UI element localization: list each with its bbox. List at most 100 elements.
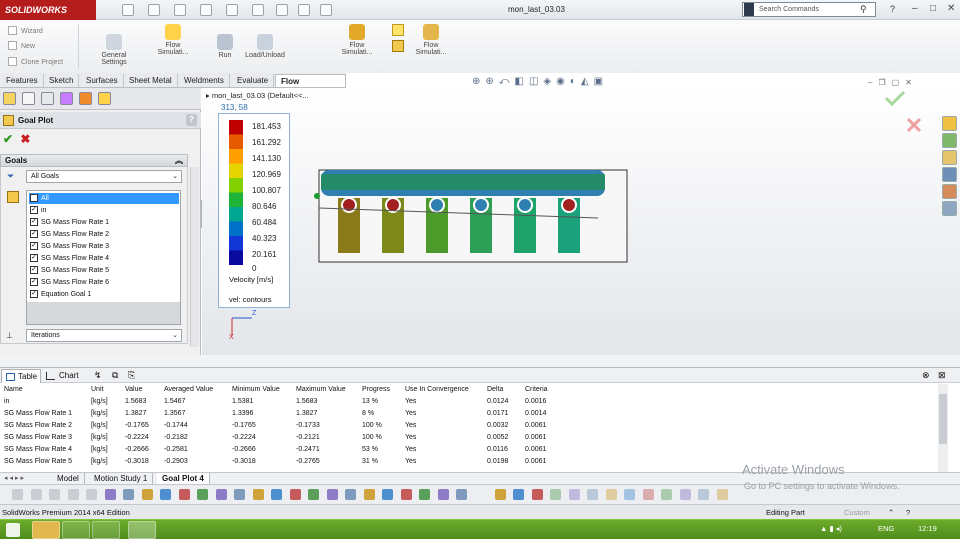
table-row[interactable]: in [kg/s] 1.5683 1.5467 1.5381 1.5683 13 % Yes 0…: [0, 398, 938, 410]
flow-simulation-results-button[interactable]: Flow Simulati...: [336, 24, 378, 56]
zoom-to-fit-icon[interactable]: ⊕: [472, 76, 485, 87]
checkbox[interactable]: ✓: [30, 206, 38, 214]
sketch-tool-icon[interactable]: [234, 489, 245, 500]
flow-simulation-tools-button[interactable]: Flow Simulati...: [410, 24, 452, 56]
file-explorer-taskbar-icon[interactable]: [32, 521, 60, 539]
tab-motion-study[interactable]: Motion Study 1: [89, 473, 154, 484]
checkbox[interactable]: ✓: [30, 290, 38, 298]
search-magnifier-icon[interactable]: ⚲: [860, 4, 867, 15]
property-manager-icon[interactable]: [22, 92, 35, 105]
table-scrollbar[interactable]: [938, 384, 948, 472]
new-command[interactable]: New: [8, 41, 35, 50]
load-unload-button[interactable]: Load/Unload: [240, 34, 290, 59]
run-button[interactable]: Run: [214, 34, 236, 59]
checkbox[interactable]: ✓: [30, 194, 38, 202]
column-header[interactable]: Use In Convergence: [405, 386, 469, 393]
status-help[interactable]: ?: [906, 508, 910, 517]
table-row[interactable]: SG Mass Flow Rate 1 [kg/s] 1.3827 1.3567 1.3…: [0, 410, 938, 422]
x-axis-select[interactable]: Iterations ⌄: [26, 329, 182, 342]
display-manager-icon[interactable]: [79, 92, 92, 105]
sketch-tool-icon[interactable]: [289, 489, 301, 500]
save-icon[interactable]: [174, 4, 186, 16]
appearances-icon[interactable]: [942, 184, 957, 199]
solidworks-taskbar-icon[interactable]: [128, 521, 156, 539]
ok-check-icon[interactable]: ✔: [3, 132, 13, 146]
solidworks-logo[interactable]: SOLIDWORKS: [0, 0, 96, 20]
goals-filter-select[interactable]: All Goals ⌄: [26, 170, 182, 183]
column-header[interactable]: Averaged Value: [164, 386, 213, 393]
section-view-icon[interactable]: ◧: [514, 76, 528, 87]
goal-item[interactable]: ✓ SG Mass Flow Rate 2: [29, 229, 179, 240]
goal-item[interactable]: ✓ SG Mass Flow Rate 6: [29, 277, 179, 288]
refresh-icon[interactable]: ↯: [94, 370, 102, 381]
help-icon[interactable]: ?: [890, 4, 895, 14]
sketch-tool-icon[interactable]: [30, 489, 42, 500]
zoom-area-icon[interactable]: ⊕: [485, 76, 498, 87]
viewport-window-controls[interactable]: –❐▢✕: [868, 78, 918, 87]
undo-icon[interactable]: [226, 4, 238, 16]
column-header[interactable]: Unit: [91, 386, 103, 393]
view-settings-icon[interactable]: ▣: [594, 76, 608, 87]
tab-chart[interactable]: Chart: [43, 369, 82, 383]
solidworks-launcher-taskbar-icon[interactable]: [92, 521, 120, 539]
sketch-tool-icon[interactable]: [67, 489, 79, 500]
select-icon[interactable]: [252, 4, 264, 16]
confirm-cancel-icon[interactable]: [906, 117, 922, 133]
clock[interactable]: 12:19: [918, 524, 937, 533]
column-header[interactable]: Delta: [487, 386, 503, 393]
sketch-tool-icon[interactable]: [587, 489, 598, 500]
wizard-command[interactable]: Wizard: [8, 26, 43, 35]
view-palette-icon[interactable]: [942, 167, 957, 182]
goal-item[interactable]: ✓ SG Mass Flow Rate 3: [29, 241, 179, 252]
rebuild-icon[interactable]: [276, 4, 288, 16]
lightbulb-icon[interactable]: [392, 24, 404, 36]
graphics-area[interactable]: [202, 88, 960, 355]
flow-simulation-tree-button[interactable]: Flow Simulati...: [152, 24, 194, 56]
sketch-tool-icon[interactable]: [698, 489, 709, 500]
sketch-tool-icon[interactable]: [160, 489, 171, 500]
new-icon[interactable]: [122, 4, 134, 16]
flyout-tree-header[interactable]: ▸ mon_last_03.03 (Default<<...: [206, 91, 309, 100]
tab-table[interactable]: Table: [1, 369, 42, 383]
sketch-tool-icon[interactable]: [308, 489, 319, 500]
sketch-tool-icon[interactable]: [86, 489, 97, 500]
restore-button[interactable]: □: [930, 3, 936, 14]
previous-view-icon[interactable]: ⤺: [499, 76, 515, 87]
export-icon[interactable]: ⎘: [128, 370, 135, 381]
feature-manager-icon[interactable]: [3, 92, 16, 105]
sketch-tool-icon[interactable]: [363, 489, 375, 500]
windows-start-icon[interactable]: [6, 523, 20, 537]
checkbox[interactable]: ✓: [30, 218, 38, 226]
sketch-tool-icon[interactable]: [141, 489, 153, 500]
close-button[interactable]: ✕: [947, 3, 955, 14]
tab-features[interactable]: Features: [1, 74, 44, 87]
tab-flow-simulation[interactable]: Flow Simulation: [275, 74, 346, 99]
column-header[interactable]: Name: [4, 386, 23, 393]
goal-item[interactable]: ✓ SG Mass Flow Rate 5: [29, 265, 179, 276]
search-input[interactable]: Search Commands: [742, 2, 876, 17]
table-row[interactable]: SG Mass Flow Rate 3 [kg/s] -0.2224 -0.2182 -…: [0, 434, 938, 446]
panel-scrollbar[interactable]: [190, 167, 199, 347]
tab-scroll-arrows[interactable]: ◂◂▸▸: [4, 474, 26, 482]
sketch-tool-icon[interactable]: [642, 489, 654, 500]
scroll-thumb[interactable]: [939, 394, 947, 444]
tab-weldments[interactable]: Weldments: [179, 74, 230, 87]
sketch-tool-icon[interactable]: [12, 489, 23, 500]
confirm-check-icon[interactable]: [884, 90, 906, 107]
display-style-icon[interactable]: ◈: [543, 76, 556, 87]
options-icon[interactable]: [320, 4, 332, 16]
checkbox[interactable]: ✓: [30, 278, 38, 286]
table-row[interactable]: SG Mass Flow Rate 4 [kg/s] -0.2666 -0.2581 -…: [0, 446, 938, 458]
sketch-tool-icon[interactable]: [531, 489, 543, 500]
sketch-tool-icon[interactable]: [252, 489, 264, 500]
sketch-tool-icon[interactable]: [624, 489, 635, 500]
close-window-icon[interactable]: ⊠: [938, 370, 946, 381]
sketch-tool-icon[interactable]: [605, 489, 617, 500]
collapse-window-icon[interactable]: ⊗: [922, 370, 930, 381]
goal-item[interactable]: ✓ SG Mass Flow Rate 1: [29, 217, 179, 228]
units-chevron-icon[interactable]: ⌃: [888, 508, 894, 517]
custom-properties-icon[interactable]: [942, 201, 957, 216]
view-orientation-icon[interactable]: ◫: [529, 76, 543, 87]
sketch-tool-icon[interactable]: [345, 489, 356, 500]
copy-icon[interactable]: ⧉: [112, 370, 118, 381]
